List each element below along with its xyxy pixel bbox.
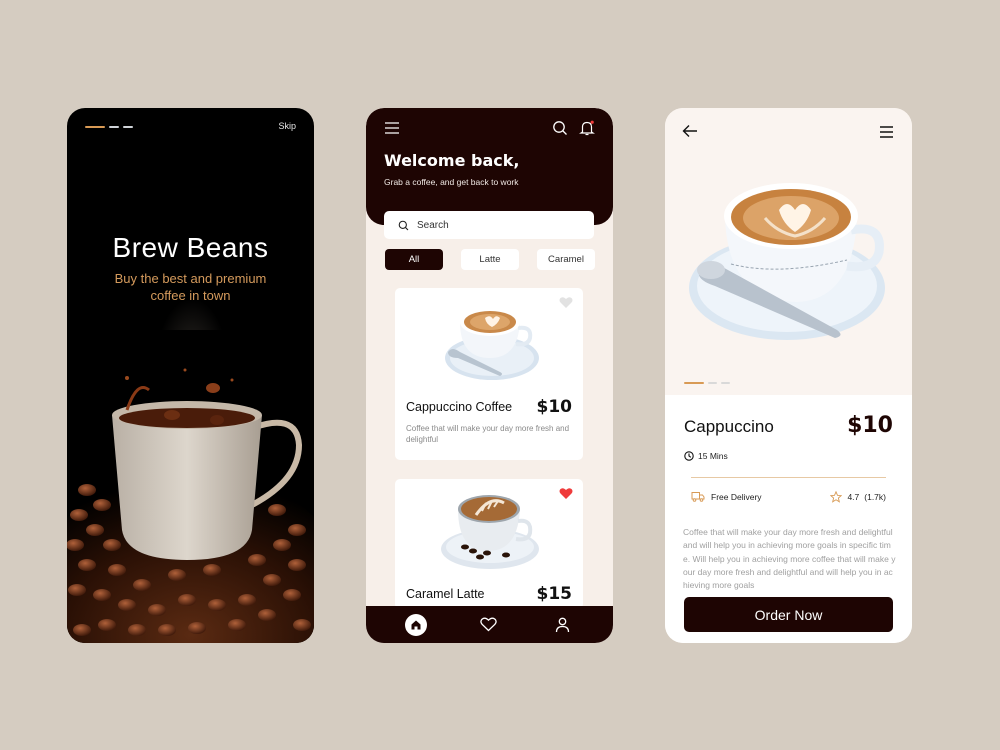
product-description: Coffee that will make your day more fres… (683, 527, 896, 591)
cappuccino-image (445, 308, 539, 380)
pager-dot-active[interactable] (85, 126, 105, 128)
user-icon (555, 617, 569, 632)
notification-dot (590, 120, 594, 124)
order-now-button[interactable]: Order Now (684, 597, 893, 632)
menu-icon[interactable] (384, 122, 400, 134)
star-icon (830, 491, 843, 503)
skip-button[interactable]: Skip (278, 121, 296, 131)
greeting-title: Welcome back, (384, 151, 520, 170)
product-card[interactable]: Caramel Latte $15 (395, 479, 583, 609)
product-hero (665, 108, 912, 395)
chip-all[interactable]: All (385, 249, 443, 270)
rating: 4.7 (1.7k) (830, 491, 886, 503)
search-input[interactable]: Search (384, 211, 594, 239)
onboarding-pager (85, 126, 133, 128)
search-icon (398, 220, 409, 230)
search-placeholder: Search (417, 219, 449, 231)
search-icon[interactable] (552, 120, 568, 136)
rating-value: 4.7 (847, 492, 860, 502)
prep-time-text: 15 Mins (698, 451, 728, 461)
delivery-info: Free Delivery (691, 491, 762, 502)
greeting-subtitle: Grab a coffee, and get back to work (384, 177, 519, 187)
delivery-text: Free Delivery (711, 491, 762, 502)
truck-icon (691, 492, 705, 502)
clock-icon (684, 451, 694, 461)
coffee-splash-image (67, 330, 314, 643)
heart-icon-filled[interactable] (559, 487, 573, 500)
prep-time: 15 Mins (684, 451, 728, 461)
heart-icon[interactable] (559, 296, 573, 309)
onboarding-screen: Skip Brew Beans Buy the best and premium… (67, 108, 314, 643)
notification-bell-icon[interactable] (578, 119, 596, 137)
divider (691, 477, 886, 478)
home-icon (411, 620, 421, 629)
home-header: Welcome back, Grab a coffee, and get bac… (366, 108, 613, 225)
nav-home[interactable] (404, 613, 427, 636)
product-name: Cappuccino Coffee (406, 400, 513, 414)
product-price: $15 (536, 584, 573, 604)
nav-profile[interactable] (550, 613, 574, 637)
nav-favorites[interactable] (476, 613, 500, 637)
category-filter: All Latte Caramel (385, 249, 595, 270)
pager-dot[interactable] (708, 382, 717, 384)
pager-dot[interactable] (109, 126, 119, 128)
chip-caramel[interactable]: Caramel (537, 249, 595, 270)
menu-icon[interactable] (879, 126, 894, 138)
product-detail-screen: Cappuccino $10 15 Mins Free Delivery 4.7… (665, 108, 912, 643)
bottom-navigation (366, 606, 613, 643)
cappuccino-hero-image (689, 183, 885, 340)
caramel-latte-image (441, 495, 539, 569)
product-price: $10 (847, 413, 893, 438)
heart-icon (480, 617, 497, 632)
product-price: $10 (536, 397, 573, 417)
image-pager (684, 382, 730, 384)
chip-latte[interactable]: Latte (461, 249, 519, 270)
product-name: Caramel Latte (406, 587, 485, 601)
back-arrow-icon[interactable] (682, 124, 698, 138)
product-name: Cappuccino (684, 417, 774, 436)
app-title: Brew Beans (112, 232, 269, 263)
pager-dot-active[interactable] (684, 382, 704, 384)
product-description: Coffee that will make your day more fres… (406, 424, 570, 444)
home-screen: Welcome back, Grab a coffee, and get bac… (366, 108, 613, 643)
product-info-panel: Cappuccino $10 15 Mins Free Delivery 4.7… (665, 395, 912, 643)
app-tagline: Buy the best and premium coffee in town (114, 271, 267, 303)
product-card[interactable]: Cappuccino Coffee $10 Coffee that will m… (395, 288, 583, 460)
pager-dot[interactable] (721, 382, 730, 384)
pager-dot[interactable] (123, 126, 133, 128)
rating-count: (1.7k) (864, 492, 886, 502)
